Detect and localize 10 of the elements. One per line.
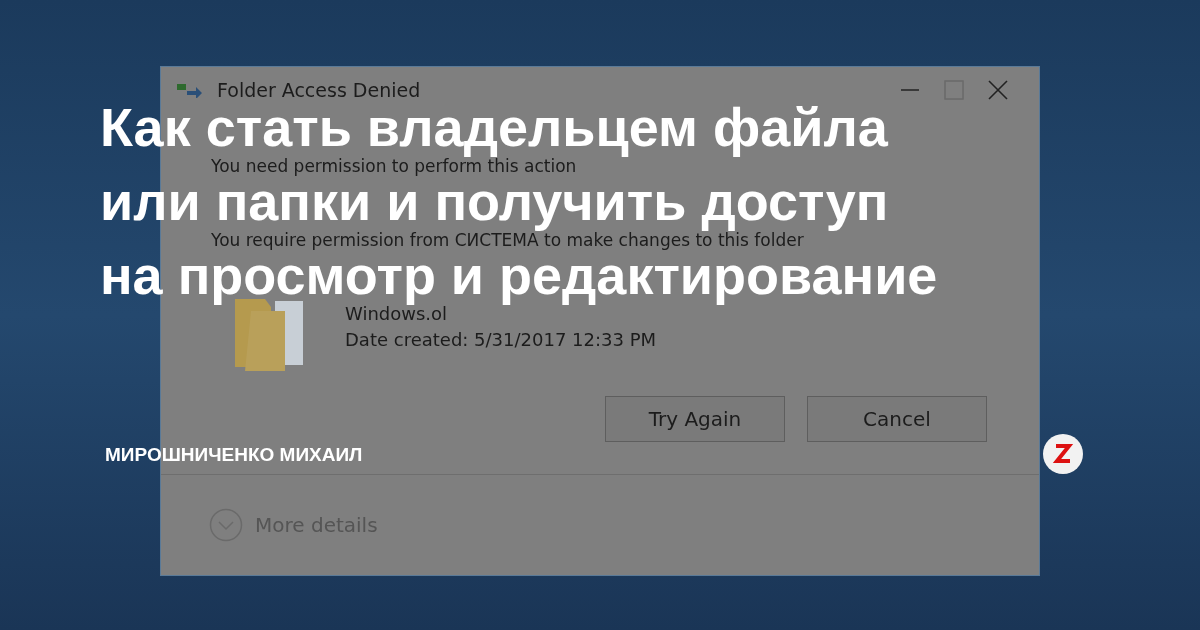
date-created: Date created: 5/31/2017 12:33 PM: [345, 331, 657, 349]
channel-logo-icon[interactable]: [1043, 434, 1083, 474]
window-title: Folder Access Denied: [217, 80, 421, 100]
dialog-message: You require permission from СИСТЕМА to make changes to this folder: [211, 231, 804, 249]
dialog-button[interactable]: Try Again: [605, 396, 785, 442]
close-icon[interactable]: [987, 79, 1009, 101]
folder-arrow-icon: [177, 82, 203, 98]
dialog-heading: You need permission to perform this action: [211, 157, 577, 175]
dialog-button[interactable]: Cancel: [807, 396, 987, 442]
folder-name: Windows.ol: [345, 305, 449, 323]
